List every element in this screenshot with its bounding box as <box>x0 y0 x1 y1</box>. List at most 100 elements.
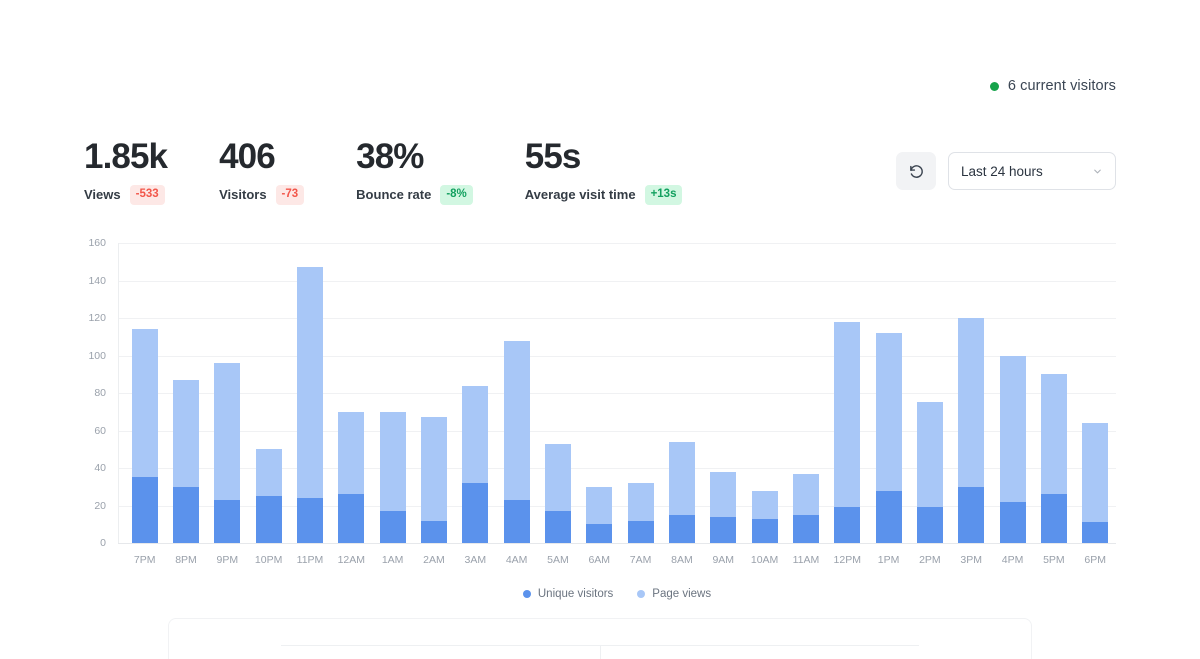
bar[interactable] <box>627 483 654 543</box>
x-axis-tick-label: 9PM <box>216 554 239 566</box>
bar-segment-page-views <box>627 483 654 521</box>
bar-segment-page-views <box>916 402 943 508</box>
bar-segment-page-views <box>875 333 902 491</box>
stat-value: 38% <box>356 137 424 176</box>
bar[interactable] <box>255 449 282 543</box>
legend-item[interactable]: Unique visitors <box>522 588 614 600</box>
bar-segment-unique-visitors <box>875 490 902 543</box>
bar-segment-unique-visitors <box>462 483 489 543</box>
stat-value: 406 <box>219 137 276 176</box>
bar[interactable] <box>958 318 985 543</box>
bar[interactable] <box>834 321 861 543</box>
bar-segment-unique-visitors <box>296 498 323 543</box>
bar-segment-unique-visitors <box>420 520 447 543</box>
bar[interactable] <box>214 363 241 543</box>
metrics-header: 1.85k Views -533 406 Visitors -73 38% Bo… <box>84 138 1116 210</box>
bar-segment-page-views <box>586 486 613 525</box>
bar[interactable] <box>792 473 819 543</box>
bar-slot <box>455 243 496 543</box>
bar-segment-page-views <box>834 321 861 508</box>
y-axis-tick-label: 160 <box>88 237 106 249</box>
bar-slot <box>207 243 248 543</box>
bar[interactable] <box>420 417 447 543</box>
bar-segment-unique-visitors <box>1082 522 1109 543</box>
bar-segment-page-views <box>462 385 489 483</box>
stat-card-average-visit-time[interactable]: 55s Average visit time +13s <box>525 138 683 205</box>
x-axis-tick-label: 6PM <box>1084 554 1106 566</box>
y-axis-tick-label: 120 <box>88 312 106 324</box>
stat-card-bounce-rate[interactable]: 38% Bounce rate -8% <box>356 138 473 205</box>
bar[interactable] <box>172 379 199 543</box>
stat-meta: Views -533 <box>84 185 167 205</box>
live-status-dot <box>989 81 999 91</box>
bottom-panel <box>168 618 1032 659</box>
bar[interactable] <box>1040 374 1067 543</box>
bar[interactable] <box>710 471 737 543</box>
bar-segment-unique-visitors <box>214 499 241 543</box>
stat-value: 55s <box>524 137 582 176</box>
bar[interactable] <box>916 402 943 543</box>
legend-item[interactable]: Page views <box>637 588 711 600</box>
bar[interactable] <box>462 385 489 543</box>
bar-segment-page-views <box>131 329 158 478</box>
bar[interactable] <box>1082 423 1109 543</box>
stat-change-badge: +13s <box>644 185 683 205</box>
bar[interactable] <box>586 486 613 543</box>
x-axis-tick-label: 1AM <box>381 554 404 566</box>
refresh-button[interactable] <box>896 152 936 190</box>
x-axis-tick-label: 5PM <box>1043 554 1065 566</box>
bar[interactable] <box>131 329 158 543</box>
legend-color-dot <box>637 590 646 598</box>
bar-slot <box>496 243 537 543</box>
stat-label: Visitors <box>219 187 267 203</box>
bar[interactable] <box>379 411 406 543</box>
live-visitors: 6 current visitors <box>989 78 1116 94</box>
stat-meta: Average visit time +13s <box>525 185 683 205</box>
x-axis-tick-label: 3PM <box>960 554 983 566</box>
stat-meta: Visitors -73 <box>219 185 305 205</box>
stat-card-visitors[interactable]: 406 Visitors -73 <box>219 137 305 205</box>
x-axis-tick-label: 6AM <box>588 554 611 566</box>
bar[interactable] <box>544 443 571 543</box>
bar-segment-unique-visitors <box>834 507 861 543</box>
bar-slot <box>992 243 1033 543</box>
bar-segment-page-views <box>255 449 282 497</box>
y-axis-tick-label: 40 <box>94 462 106 474</box>
bar[interactable] <box>668 441 695 543</box>
y-axis-tick-label: 100 <box>88 349 106 362</box>
live-visitors-label: 6 current visitors <box>1007 78 1116 94</box>
legend-label: Unique visitors <box>537 588 614 600</box>
x-axis-tick-label: 8AM <box>671 554 693 566</box>
stat-change-badge: -8% <box>440 185 473 205</box>
y-axis-tick-label: 20 <box>94 499 106 512</box>
stat-card-views[interactable]: 1.85k Views -533 <box>84 138 168 205</box>
bar-segment-page-views <box>792 473 819 515</box>
bar[interactable] <box>296 267 323 543</box>
chart-controls: Last 24 hours <box>896 152 1116 190</box>
x-axis-tick-label: 2AM <box>423 554 445 566</box>
bar[interactable] <box>999 355 1026 543</box>
bar-slot <box>785 243 826 543</box>
x-axis-tick-label: 2PM <box>919 554 941 566</box>
bar-segment-unique-visitors <box>255 496 282 543</box>
bar[interactable] <box>751 490 778 543</box>
bar-segment-page-views <box>999 355 1026 502</box>
bar-segment-page-views <box>668 441 695 515</box>
bar[interactable] <box>503 340 530 543</box>
x-axis-tick-label: 7AM <box>629 554 652 566</box>
date-range-select[interactable]: Last 24 hours <box>948 152 1116 190</box>
bar-segment-unique-visitors <box>1040 494 1067 543</box>
x-axis-tick-label: 3AM <box>464 554 487 566</box>
bar-segment-page-views <box>296 267 323 498</box>
gridline <box>118 543 1116 544</box>
bar-slot <box>537 243 578 543</box>
x-axis: 7PM 8PM 9PM 10PM 11PM 12AM 1AM 2AM 3AM 4AM 5AM 6AM 7… <box>118 554 1116 566</box>
bar[interactable] <box>875 333 902 543</box>
stat-change-badge: -73 <box>275 185 305 205</box>
date-range-value: Last 24 hours <box>961 163 1043 179</box>
bar-slot <box>165 243 206 543</box>
y-axis-tick-label: 60 <box>94 424 106 437</box>
bar[interactable] <box>338 411 365 543</box>
bar-segment-page-views <box>379 411 406 512</box>
plot-area <box>118 243 1116 544</box>
